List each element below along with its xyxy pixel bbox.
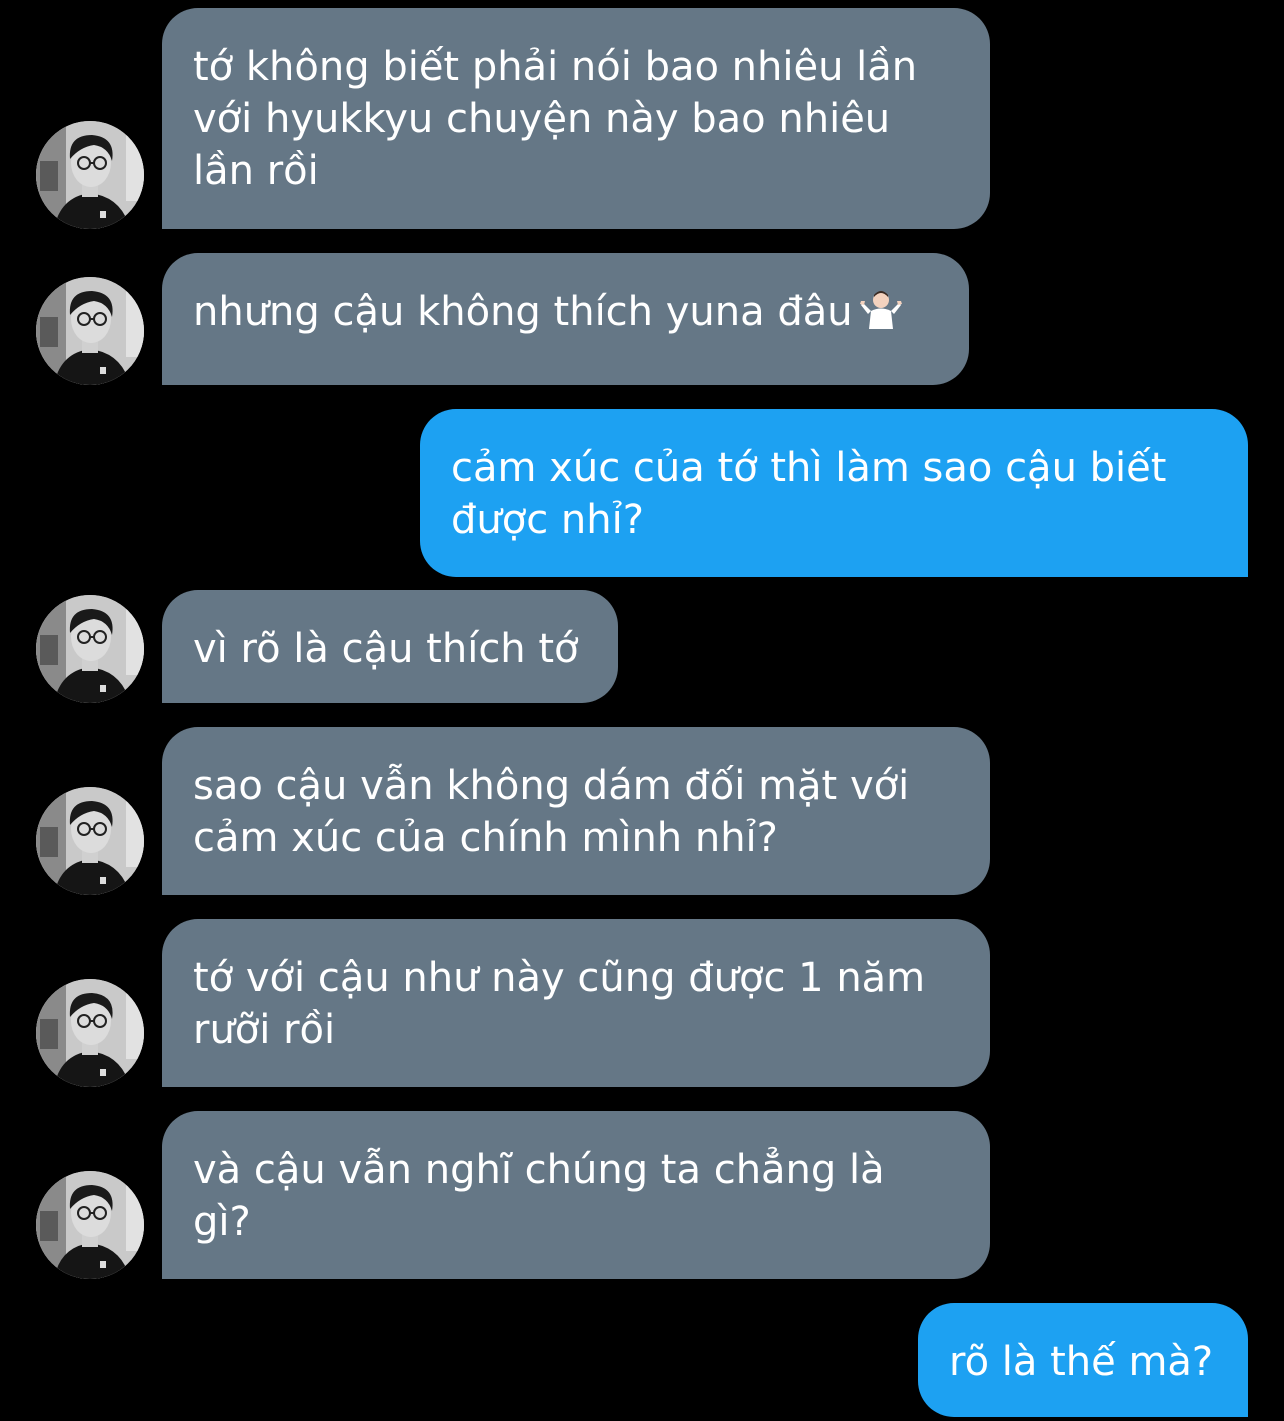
message-bubble-outgoing[interactable]: rõ là thế mà? [918,1303,1248,1417]
message-bubble-incoming[interactable]: nhưng cậu không thích yuna đâu [162,253,969,385]
avatar[interactable] [36,121,144,229]
message-bubble-incoming[interactable]: sao cậu vẫn không dám đối mặt với cảm xú… [162,727,990,895]
message-text-line: lần rồi [193,148,319,194]
message-bubble-incoming[interactable]: vì rõ là cậu thích tớ [162,590,618,703]
message-bubble-incoming[interactable]: tớ không biết phải nói bao nhiêu lần với… [162,8,990,229]
message-text-line: tớ không biết phải nói bao nhiêu lần [193,44,918,90]
message-text-line: gì? [193,1199,251,1245]
person-with-glasses-photo [36,121,144,229]
message-text-line: rõ là thế mà? [949,1339,1214,1385]
person-with-glasses-photo [36,277,144,385]
person-with-glasses-photo [36,979,144,1087]
message-text-line: sao cậu vẫn không dám đối mặt với [193,763,910,809]
avatar[interactable] [36,1171,144,1279]
message-text-line: tớ với cậu như này cũng được 1 năm [193,955,926,1001]
avatar[interactable] [36,787,144,895]
message-text-line: được nhỉ? [451,497,644,543]
avatar[interactable] [36,595,144,703]
message-text-line: cảm xúc của tớ thì làm sao cậu biết [451,445,1167,491]
avatar[interactable] [36,979,144,1087]
message-bubble-incoming[interactable]: và cậu vẫn nghĩ chúng ta chẳng là gì? [162,1111,990,1279]
message-text-line: vì rõ là cậu thích tớ [193,626,579,672]
message-text-line: rưỡi rồi [193,1007,336,1053]
message-bubble-outgoing[interactable]: cảm xúc của tớ thì làm sao cậu biết được… [420,409,1248,577]
person-with-glasses-photo [36,1171,144,1279]
person-with-glasses-photo [36,595,144,703]
message-bubble-incoming[interactable]: tớ với cậu như này cũng được 1 năm rưỡi … [162,919,990,1087]
avatar[interactable] [36,277,144,385]
message-text-line: và cậu vẫn nghĩ chúng ta chẳng là [193,1147,885,1193]
message-text-line: nhưng cậu không thích yuna đâu [193,286,939,342]
person-shrugging-icon [859,289,903,342]
person-with-glasses-photo [36,787,144,895]
message-text-line: cảm xúc của chính mình nhỉ? [193,815,778,861]
message-text-line: với hyukkyu chuyện này bao nhiêu [193,96,891,142]
